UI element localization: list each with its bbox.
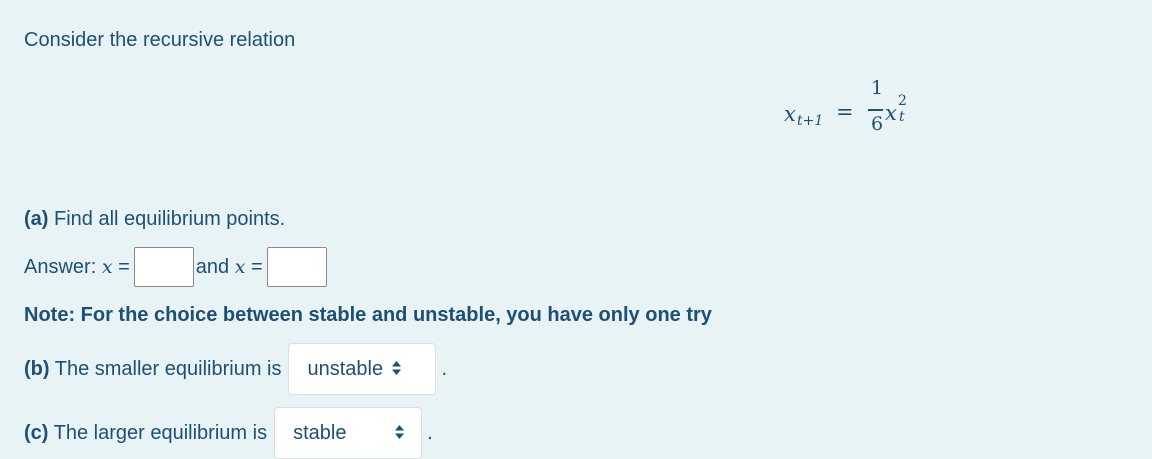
part-b-text: The smaller equilibrium is bbox=[49, 358, 282, 380]
part-c-row: (c) The larger equilibrium is stable . bbox=[24, 407, 433, 459]
part-c-label: (c) bbox=[24, 422, 49, 444]
part-a-label: (a) bbox=[24, 208, 49, 230]
answer-equals-1: = bbox=[112, 256, 130, 278]
equation-numerator: 1 bbox=[871, 77, 884, 99]
answer-row: Answer: x = and x = bbox=[24, 246, 329, 288]
smaller-equilibrium-select[interactable]: unstable bbox=[288, 343, 437, 395]
equilibrium-input-2[interactable] bbox=[266, 247, 327, 287]
part-c-text: The larger equilibrium is bbox=[48, 422, 268, 444]
answer-equals-2: = bbox=[245, 256, 263, 278]
answer-connector: and bbox=[195, 256, 235, 278]
equation-denominator: 6 bbox=[871, 113, 884, 135]
smaller-equilibrium-selected-value: unstable bbox=[307, 358, 384, 380]
larger-equilibrium-selected-value: stable bbox=[293, 422, 347, 444]
equation-lhs-subscript: t+1 bbox=[797, 113, 824, 129]
intro-text: Consider the recursive relation bbox=[24, 29, 296, 51]
up-down-arrows-icon bbox=[394, 424, 405, 442]
answer-prefix: Answer: bbox=[24, 256, 102, 278]
part-c-period: . bbox=[427, 422, 433, 444]
part-b-label: (b) bbox=[24, 358, 50, 380]
larger-equilibrium-select[interactable]: stable bbox=[274, 407, 423, 459]
equation-equals: = bbox=[836, 100, 854, 124]
equation-lhs-variable: x bbox=[784, 102, 796, 126]
part-a-question: (a) Find all equilibrium points. bbox=[24, 207, 285, 231]
answer-variable-2: x bbox=[234, 256, 246, 278]
equation-rhs-subscript: t bbox=[899, 109, 905, 125]
note-text: Note: For the choice between stable and … bbox=[24, 304, 712, 326]
recursive-equation: x t+1 = 1 6 x 2 t bbox=[784, 76, 924, 146]
equation-rhs-variable: x bbox=[885, 101, 897, 125]
part-b-row: (b) The smaller equilibrium is unstable … bbox=[24, 343, 447, 395]
equilibrium-input-1[interactable] bbox=[133, 247, 194, 287]
part-a-text: Find all equilibrium points. bbox=[48, 208, 286, 230]
part-b-period: . bbox=[441, 358, 448, 380]
answer-variable-1: x bbox=[101, 256, 113, 278]
fraction-bar bbox=[868, 109, 883, 111]
equation-rhs-exponent: 2 bbox=[898, 93, 907, 109]
up-down-arrows-icon bbox=[391, 360, 402, 378]
